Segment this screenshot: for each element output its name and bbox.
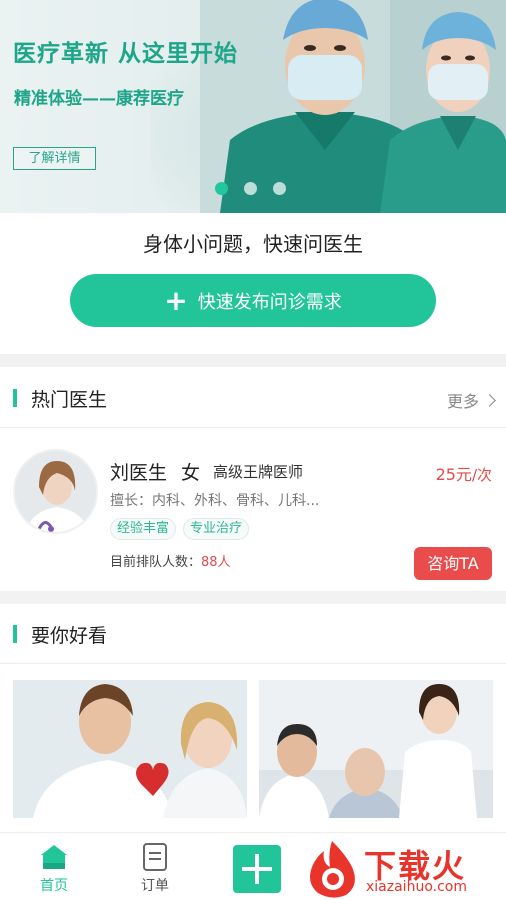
hot-doctors-header: 热门医生 更多 [0, 368, 506, 428]
doctor-price: 25元/次 [436, 461, 492, 485]
app-screen: 医疗革新 从这里开始 精准体验——康荐医疗 了解详情 身体小问题，快速问医生 +… [0, 0, 506, 900]
fire-logo-icon [310, 841, 355, 898]
article-image-2 [259, 680, 493, 818]
section-accent-bar [13, 625, 17, 643]
queue-label: 目前排队人数： [110, 555, 202, 570]
more-doctors-link[interactable]: 更多 [446, 388, 496, 412]
hot-doctors-title: 热门医生 [31, 389, 108, 411]
promo-banner[interactable]: 医疗革新 从这里开始 精准体验——康荐医疗 了解详情 [0, 0, 506, 213]
carousel-dot-2[interactable] [244, 182, 257, 195]
chevron-right-icon [483, 393, 496, 407]
price-value: 25元 [435, 465, 472, 484]
section-divider [0, 354, 506, 367]
tab-home[interactable]: 首页 [19, 843, 89, 895]
home-icon [41, 845, 67, 869]
article-card-2[interactable] [259, 680, 493, 818]
doctor-name: 刘医生 [110, 462, 168, 484]
learn-more-button[interactable]: 了解详情 [13, 147, 96, 170]
doctor-card[interactable]: 刘医生 女 高级王牌医师 25元/次 擅长：内科、外科、骨科、儿科... 经验丰… [0, 430, 506, 590]
recommend-header: 要你好看 [0, 604, 506, 664]
add-button[interactable] [233, 845, 281, 893]
tab-order[interactable]: 订单 [120, 843, 190, 895]
carousel-dots [215, 182, 286, 195]
bottom-tab-bar: 首页 订单 下载火 xiazaihuo.com [0, 832, 506, 900]
recommend-title: 要你好看 [31, 625, 108, 647]
consult-button[interactable]: 咨询TA [414, 547, 492, 580]
carousel-dot-3[interactable] [273, 182, 286, 195]
article-image-1 [13, 680, 247, 818]
article-card-1[interactable] [13, 680, 247, 818]
plus-icon: + [164, 283, 188, 317]
tab-order-label: 订单 [141, 878, 169, 894]
plus-icon [242, 854, 272, 884]
more-label: 更多 [446, 392, 479, 411]
order-list-icon [143, 843, 167, 871]
doctor-specialty: 擅长：内科、外科、骨科、儿科... [110, 493, 320, 509]
banner-subtitle: 精准体验——康荐医疗 [14, 89, 184, 109]
price-unit: /次 [471, 466, 492, 484]
post-consult-label: 快速发布问诊需求 [197, 291, 342, 313]
quick-consult-heading: 身体小问题，快速问医生 [143, 232, 363, 256]
queue-count: 88人 [201, 555, 231, 570]
carousel-dot-1[interactable] [215, 182, 228, 195]
tag-professional: 专业治疗 [183, 518, 250, 540]
banner-title: 医疗革新 从这里开始 [13, 41, 239, 67]
queue-info: 目前排队人数：88人 [110, 551, 231, 570]
doctor-tags: 经验丰富 专业治疗 [110, 518, 250, 540]
watermark-logo: 下载火 xiazaihuo.com [302, 837, 506, 899]
doctor-avatar [13, 449, 98, 534]
doctor-rank: 高级王牌医师 [213, 463, 304, 481]
tab-home-label: 首页 [40, 878, 68, 894]
section-divider [0, 591, 506, 604]
doctor-gender: 女 [181, 462, 201, 484]
section-accent-bar [13, 389, 17, 407]
tag-experience: 经验丰富 [110, 518, 177, 540]
post-consult-button[interactable]: + 快速发布问诊需求 [70, 274, 436, 327]
watermark-url: xiazaihuo.com [366, 879, 467, 895]
